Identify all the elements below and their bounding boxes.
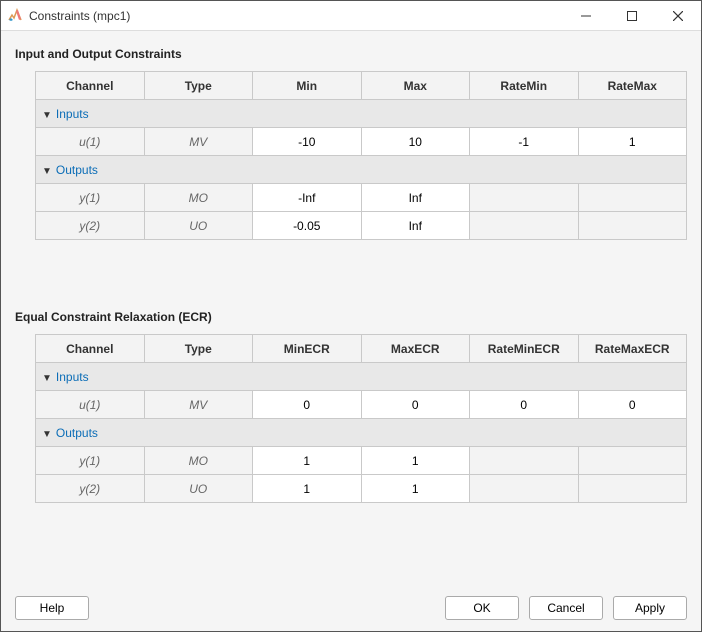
titlebar: Constraints (mpc1) [1,1,701,31]
minecr-cell[interactable]: 1 [253,447,362,475]
triangle-down-icon: ▼ [42,110,52,121]
rateminecr-cell[interactable]: 0 [470,391,579,419]
maxecr-cell[interactable]: 0 [361,391,470,419]
maxecr-cell[interactable]: 1 [361,475,470,503]
spacer [15,240,687,306]
section2-title: Equal Constraint Relaxation (ECR) [15,310,687,324]
dialog-footer: Help OK Cancel Apply [1,585,701,631]
channel-cell: y(1) [36,447,145,475]
table-header-row: Channel Type MinECR MaxECR RateMinECR Ra… [36,335,687,363]
rateminecr-cell [470,475,579,503]
table-row: y(1) MO 1 1 [36,447,687,475]
close-button[interactable] [655,1,701,31]
ratemin-cell[interactable]: -1 [470,128,579,156]
type-cell: MO [144,447,253,475]
min-cell[interactable]: -Inf [253,184,362,212]
col-channel: Channel [36,72,145,100]
col-ratemax: RateMax [578,72,687,100]
cancel-button[interactable]: Cancel [529,596,603,620]
triangle-down-icon: ▼ [42,429,52,440]
type-cell: MO [144,184,253,212]
constraints-table: Channel Type Min Max RateMin RateMax ▼ In… [35,71,687,240]
inputs-label: Inputs [56,370,89,384]
matlab-icon [7,8,23,24]
channel-cell: y(2) [36,212,145,240]
table-row: u(1) MV -10 10 -1 1 [36,128,687,156]
col-min: Min [253,72,362,100]
minecr-cell[interactable]: 0 [253,391,362,419]
type-cell: MV [144,128,253,156]
minimize-button[interactable] [563,1,609,31]
ratemaxecr-cell[interactable]: 0 [578,391,687,419]
channel-cell: u(1) [36,128,145,156]
min-cell[interactable]: -10 [253,128,362,156]
maxecr-cell[interactable]: 1 [361,447,470,475]
maximize-button[interactable] [609,1,655,31]
inputs-group-row[interactable]: ▼ Inputs [36,363,687,391]
section1-title: Input and Output Constraints [15,47,687,61]
type-cell: MV [144,391,253,419]
table-row: u(1) MV 0 0 0 0 [36,391,687,419]
ratemaxecr-cell [578,447,687,475]
inputs-label: Inputs [56,107,89,121]
col-type: Type [144,335,253,363]
rateminecr-cell [470,447,579,475]
inputs-group-row[interactable]: ▼ Inputs [36,100,687,128]
triangle-down-icon: ▼ [42,166,52,177]
ok-button[interactable]: OK [445,596,519,620]
col-max: Max [361,72,470,100]
type-cell: UO [144,475,253,503]
minecr-cell[interactable]: 1 [253,475,362,503]
col-maxecr: MaxECR [361,335,470,363]
triangle-down-icon: ▼ [42,373,52,384]
channel-cell: u(1) [36,391,145,419]
channel-cell: y(2) [36,475,145,503]
ratemax-cell [578,212,687,240]
max-cell[interactable]: Inf [361,184,470,212]
col-rateminecr: RateMinECR [470,335,579,363]
ratemax-cell[interactable]: 1 [578,128,687,156]
channel-cell: y(1) [36,184,145,212]
outputs-label: Outputs [56,163,98,177]
ecr-table: Channel Type MinECR MaxECR RateMinECR Ra… [35,334,687,503]
ratemax-cell [578,184,687,212]
table-row: y(2) UO -0.05 Inf [36,212,687,240]
ratemin-cell [470,212,579,240]
max-cell[interactable]: 10 [361,128,470,156]
window-title: Constraints (mpc1) [29,9,563,23]
ratemin-cell [470,184,579,212]
col-type: Type [144,72,253,100]
min-cell[interactable]: -0.05 [253,212,362,240]
outputs-label: Outputs [56,426,98,440]
ratemaxecr-cell [578,475,687,503]
type-cell: UO [144,212,253,240]
table-header-row: Channel Type Min Max RateMin RateMax [36,72,687,100]
col-channel: Channel [36,335,145,363]
apply-button[interactable]: Apply [613,596,687,620]
col-ratemin: RateMin [470,72,579,100]
table-row: y(1) MO -Inf Inf [36,184,687,212]
outputs-group-row[interactable]: ▼ Outputs [36,156,687,184]
max-cell[interactable]: Inf [361,212,470,240]
outputs-group-row[interactable]: ▼ Outputs [36,419,687,447]
help-button[interactable]: Help [15,596,89,620]
col-ratemaxecr: RateMaxECR [578,335,687,363]
table-row: y(2) UO 1 1 [36,475,687,503]
dialog-content: Input and Output Constraints Channel Typ… [1,31,701,585]
col-minecr: MinECR [253,335,362,363]
